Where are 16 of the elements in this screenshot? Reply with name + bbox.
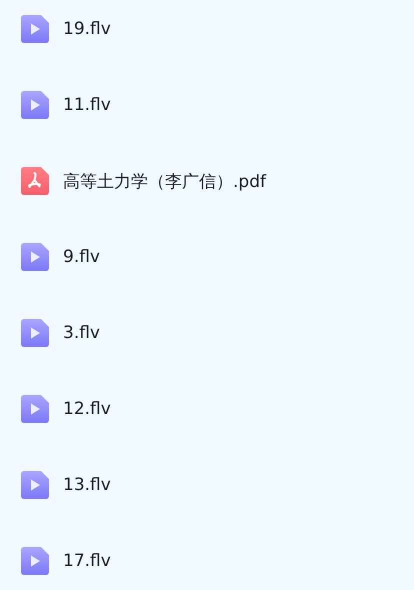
- file-name[interactable]: 11.flv: [63, 95, 111, 115]
- file-name[interactable]: 17.flv: [63, 551, 111, 571]
- file-name[interactable]: 13.flv: [63, 475, 111, 495]
- play-file-icon: [21, 471, 49, 499]
- file-name[interactable]: 19.flv: [63, 19, 111, 39]
- play-file-icon: [21, 243, 49, 271]
- play-file-icon: [21, 395, 49, 423]
- play-file-icon: [21, 547, 49, 575]
- pdf-file-icon: [21, 167, 49, 195]
- file-name[interactable]: 9.flv: [63, 247, 100, 267]
- file-name[interactable]: 12.flv: [63, 399, 111, 419]
- file-name[interactable]: 3.flv: [63, 323, 100, 343]
- play-file-icon: [21, 15, 49, 43]
- play-file-icon: [21, 319, 49, 347]
- file-name[interactable]: 高等土力学（李广信）.pdf: [63, 170, 266, 192]
- play-file-icon: [21, 91, 49, 119]
